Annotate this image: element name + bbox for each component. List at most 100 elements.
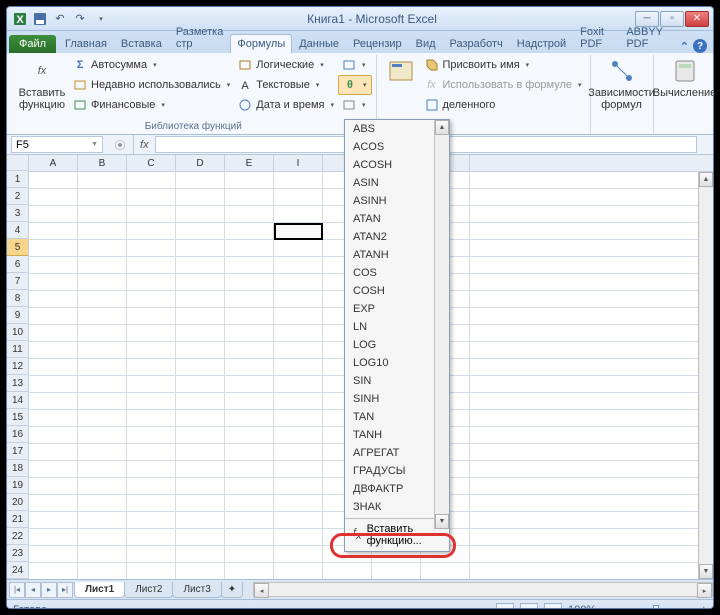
- cell[interactable]: [225, 546, 274, 562]
- scroll-right-icon[interactable]: ▸: [697, 583, 712, 598]
- lookup-button[interactable]: [338, 55, 372, 75]
- tab-insert[interactable]: Вставка: [114, 34, 169, 53]
- cell[interactable]: [274, 478, 323, 494]
- cell[interactable]: [29, 563, 78, 579]
- cell[interactable]: [274, 427, 323, 443]
- help-icon[interactable]: ?: [693, 39, 707, 53]
- cell[interactable]: [225, 461, 274, 477]
- cell[interactable]: [29, 393, 78, 409]
- row-header[interactable]: 22: [7, 528, 28, 545]
- row-header[interactable]: 4: [7, 222, 28, 239]
- scroll-up-icon[interactable]: ▲: [435, 120, 449, 135]
- cell[interactable]: [78, 342, 127, 358]
- fx-label[interactable]: fx: [133, 135, 155, 154]
- cell[interactable]: [176, 512, 225, 528]
- cell[interactable]: [225, 240, 274, 256]
- cell[interactable]: [274, 274, 323, 290]
- cell[interactable]: [274, 546, 323, 562]
- cell[interactable]: [176, 444, 225, 460]
- cell[interactable]: [127, 461, 176, 477]
- text-button[interactable]: AТекстовые: [234, 75, 338, 95]
- cell[interactable]: [225, 172, 274, 188]
- math-button[interactable]: θ: [338, 75, 372, 95]
- scroll-down-icon[interactable]: ▼: [699, 564, 713, 579]
- cell[interactable]: [127, 393, 176, 409]
- row-header[interactable]: 3: [7, 205, 28, 222]
- cell[interactable]: [225, 206, 274, 222]
- cell[interactable]: [274, 410, 323, 426]
- column-header[interactable]: D: [176, 155, 225, 171]
- first-sheet-button[interactable]: |◂: [9, 582, 25, 598]
- normal-view-button[interactable]: [496, 603, 514, 610]
- row-header[interactable]: 10: [7, 324, 28, 341]
- cell[interactable]: [29, 495, 78, 511]
- cell[interactable]: [29, 410, 78, 426]
- name-box[interactable]: F5▼: [11, 136, 103, 153]
- cell[interactable]: [176, 359, 225, 375]
- page-break-view-button[interactable]: [544, 603, 562, 610]
- cell[interactable]: [29, 512, 78, 528]
- cell[interactable]: [29, 274, 78, 290]
- cell[interactable]: [78, 376, 127, 392]
- cell[interactable]: [78, 461, 127, 477]
- tab-foxit[interactable]: Foxit PDF: [573, 22, 619, 53]
- cell[interactable]: [176, 563, 225, 579]
- cell[interactable]: [78, 563, 127, 579]
- cell[interactable]: [225, 376, 274, 392]
- cell[interactable]: [127, 223, 176, 239]
- column-header[interactable]: C: [127, 155, 176, 171]
- row-header[interactable]: 11: [7, 341, 28, 358]
- cell[interactable]: [78, 546, 127, 562]
- cell[interactable]: [78, 359, 127, 375]
- cell[interactable]: [225, 325, 274, 341]
- sheet-tab-3[interactable]: Лист3: [172, 582, 221, 598]
- cell[interactable]: [127, 529, 176, 545]
- cell[interactable]: [274, 444, 323, 460]
- cell[interactable]: [78, 206, 127, 222]
- logical-button[interactable]: Логические: [234, 55, 338, 75]
- cell[interactable]: [127, 546, 176, 562]
- cell[interactable]: [274, 393, 323, 409]
- cell[interactable]: [225, 529, 274, 545]
- cell[interactable]: [78, 257, 127, 273]
- tab-abbyy[interactable]: ABBYY PDF: [619, 22, 673, 53]
- cell[interactable]: [78, 444, 127, 460]
- cell[interactable]: [274, 512, 323, 528]
- cell[interactable]: [29, 189, 78, 205]
- cell[interactable]: [78, 393, 127, 409]
- zoom-in-button[interactable]: +: [701, 604, 707, 610]
- cell[interactable]: [176, 308, 225, 324]
- calculation-button[interactable]: Вычисление: [658, 55, 712, 101]
- cell[interactable]: [29, 223, 78, 239]
- cell[interactable]: [176, 274, 225, 290]
- tab-review[interactable]: Рецензир: [346, 34, 409, 53]
- cell[interactable]: [78, 172, 127, 188]
- row-header[interactable]: 6: [7, 256, 28, 273]
- cell[interactable]: [78, 223, 127, 239]
- cell[interactable]: [78, 325, 127, 341]
- cell[interactable]: [274, 359, 323, 375]
- cell[interactable]: [127, 444, 176, 460]
- cell[interactable]: [29, 427, 78, 443]
- column-header[interactable]: A: [29, 155, 78, 171]
- qat-customize-icon[interactable]: [91, 10, 109, 28]
- cell[interactable]: [274, 325, 323, 341]
- datetime-button[interactable]: Дата и время: [234, 95, 338, 115]
- cell[interactable]: [225, 444, 274, 460]
- cell[interactable]: [127, 240, 176, 256]
- zoom-thumb[interactable]: [653, 605, 659, 609]
- prev-sheet-button[interactable]: ◂: [25, 582, 41, 598]
- dependencies-button[interactable]: Зависимости формул: [595, 55, 649, 113]
- cell[interactable]: [176, 478, 225, 494]
- row-header[interactable]: 17: [7, 443, 28, 460]
- cell[interactable]: [127, 359, 176, 375]
- cell[interactable]: [78, 529, 127, 545]
- cell[interactable]: [29, 308, 78, 324]
- cell[interactable]: [176, 257, 225, 273]
- cell[interactable]: [274, 529, 323, 545]
- cell[interactable]: [274, 308, 323, 324]
- row-header[interactable]: 9: [7, 307, 28, 324]
- cell[interactable]: [372, 563, 421, 579]
- row-header[interactable]: 16: [7, 426, 28, 443]
- cell[interactable]: [127, 172, 176, 188]
